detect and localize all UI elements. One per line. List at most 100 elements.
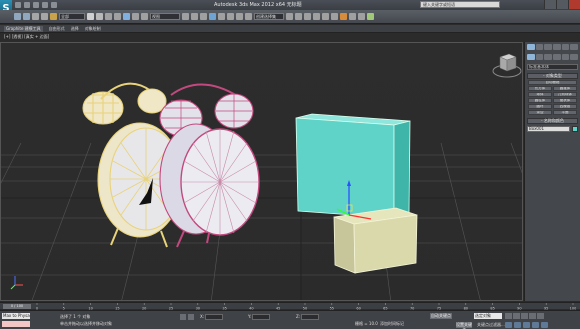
helpers-icon[interactable] bbox=[561, 54, 570, 60]
close-button[interactable] bbox=[568, 0, 580, 9]
unlink-icon[interactable] bbox=[41, 13, 48, 20]
ribbon-tab-graphite[interactable]: Graphite 建模工具 bbox=[4, 25, 43, 32]
orbit-icon[interactable] bbox=[523, 322, 530, 328]
cream-box[interactable] bbox=[333, 207, 418, 274]
maximize-button[interactable] bbox=[556, 0, 568, 9]
ribbon-tab-selection[interactable]: 选择 bbox=[71, 26, 79, 32]
absolute-mode-icon[interactable] bbox=[188, 314, 194, 320]
box-button[interactable]: 长方体 bbox=[528, 86, 552, 91]
render-production-icon[interactable] bbox=[367, 13, 374, 20]
pan-icon[interactable] bbox=[532, 322, 539, 328]
ribbon-tab-freeform[interactable]: 自由形式 bbox=[49, 26, 65, 32]
select-by-name-icon[interactable] bbox=[96, 13, 103, 20]
auto-key-button[interactable]: 自动关键点 bbox=[430, 313, 452, 319]
next-frame-icon[interactable] bbox=[529, 313, 536, 319]
align-icon[interactable] bbox=[295, 13, 302, 20]
undo-toolbar-icon[interactable] bbox=[14, 13, 21, 20]
geometry-category-dropdown[interactable]: 标准基本体 bbox=[527, 64, 578, 70]
teal-box[interactable] bbox=[295, 113, 411, 219]
window-crossing-icon[interactable] bbox=[114, 13, 121, 20]
modify-tab-icon[interactable] bbox=[535, 44, 544, 50]
rectangular-selection-icon[interactable] bbox=[105, 13, 112, 20]
material-editor-icon[interactable] bbox=[340, 13, 347, 20]
tube-button[interactable]: 管状体 bbox=[553, 98, 577, 103]
maxscript-output[interactable] bbox=[2, 321, 30, 327]
zoom-all-icon[interactable] bbox=[514, 322, 521, 328]
select-object-icon[interactable] bbox=[87, 13, 94, 20]
key-mode-dropdown[interactable]: 选定对象 bbox=[474, 313, 502, 319]
z-coordinate[interactable]: Z: bbox=[296, 314, 320, 320]
plane-button[interactable]: 平面 bbox=[553, 110, 577, 115]
perspective-viewport[interactable] bbox=[0, 42, 523, 301]
geosphere-button[interactable]: 几何球体 bbox=[553, 92, 577, 97]
rendered-frame-window-icon[interactable] bbox=[358, 13, 365, 20]
redo-icon[interactable] bbox=[51, 2, 57, 8]
lights-icon[interactable] bbox=[544, 54, 553, 60]
ribbon-tab-object-paint[interactable]: 对象绘制 bbox=[85, 26, 101, 32]
new-file-icon[interactable] bbox=[15, 2, 21, 8]
object-type-rollout[interactable]: - 对象类型 bbox=[527, 73, 578, 79]
x-coordinate[interactable]: X: bbox=[200, 314, 224, 320]
lock-selection-icon[interactable] bbox=[180, 314, 186, 320]
save-file-icon[interactable] bbox=[33, 2, 39, 8]
sphere-button[interactable]: 球体 bbox=[528, 92, 552, 97]
hierarchy-tab-icon[interactable] bbox=[544, 44, 553, 50]
viewcube[interactable] bbox=[491, 49, 523, 81]
render-setup-icon[interactable] bbox=[349, 13, 356, 20]
autogrid-checkbox[interactable]: 自动栅格 bbox=[528, 80, 577, 85]
manipulate-icon[interactable] bbox=[191, 13, 198, 20]
angle-snap-icon[interactable] bbox=[218, 13, 225, 20]
previous-frame-icon[interactable] bbox=[513, 313, 520, 319]
select-and-rotate-icon[interactable] bbox=[132, 13, 139, 20]
viewport-label[interactable]: [+] [透视] [真实 + 边面] bbox=[4, 34, 49, 41]
name-color-rollout[interactable]: - 名称和颜色 bbox=[527, 118, 578, 124]
snaps-toggle-icon[interactable] bbox=[209, 13, 216, 20]
open-file-icon[interactable] bbox=[24, 2, 30, 8]
graphite-toggle-icon[interactable] bbox=[313, 13, 320, 20]
keyboard-shortcut-icon[interactable] bbox=[200, 13, 207, 20]
schematic-view-icon[interactable] bbox=[331, 13, 338, 20]
maxscript-listener-input[interactable]: Max to Physac bbox=[2, 313, 30, 319]
reference-coordinate-dropdown[interactable]: 视图 bbox=[150, 13, 180, 20]
key-filters-button[interactable]: 关键点过滤器... bbox=[477, 322, 505, 328]
display-tab-icon[interactable] bbox=[561, 44, 570, 50]
percent-snap-icon[interactable] bbox=[227, 13, 234, 20]
shapes-icon[interactable] bbox=[535, 54, 544, 60]
spinner-snap-icon[interactable] bbox=[236, 13, 243, 20]
space-warps-icon[interactable] bbox=[570, 54, 579, 60]
create-tab-icon[interactable] bbox=[527, 44, 535, 50]
undo-icon[interactable] bbox=[42, 2, 48, 8]
named-selection-dropdown[interactable]: 创建选择集 bbox=[254, 13, 284, 20]
cone-button[interactable]: 圆锥体 bbox=[553, 86, 577, 91]
geometry-icon[interactable] bbox=[527, 54, 535, 60]
add-time-tag[interactable]: 添加时间标记 bbox=[380, 321, 404, 327]
maximize-viewport-icon[interactable] bbox=[541, 322, 548, 328]
go-to-end-icon[interactable] bbox=[537, 313, 544, 319]
redo-toolbar-icon[interactable] bbox=[23, 13, 30, 20]
pyramid-button[interactable]: 四棱锥 bbox=[553, 104, 577, 109]
minimize-button[interactable] bbox=[544, 0, 556, 9]
y-coordinate[interactable]: Y: bbox=[248, 314, 271, 320]
bind-space-warp-icon[interactable] bbox=[50, 13, 57, 20]
zoom-icon[interactable] bbox=[505, 322, 512, 328]
selection-filter-dropdown[interactable]: 全部 bbox=[59, 13, 85, 20]
pink-alarm-clock[interactable] bbox=[159, 83, 260, 248]
link-icon[interactable] bbox=[32, 13, 39, 20]
select-and-move-icon[interactable] bbox=[123, 13, 130, 20]
motion-tab-icon[interactable] bbox=[553, 44, 561, 50]
layer-manager-icon[interactable] bbox=[304, 13, 311, 20]
object-color-swatch[interactable] bbox=[572, 126, 578, 132]
search-input[interactable]: 键入关键字或短语 bbox=[420, 1, 500, 8]
go-to-start-icon[interactable] bbox=[505, 313, 512, 319]
cameras-icon[interactable] bbox=[553, 54, 561, 60]
torus-button[interactable]: 圆环 bbox=[528, 104, 552, 109]
cylinder-button[interactable]: 圆柱体 bbox=[528, 98, 552, 103]
set-key-button[interactable]: 设置关键点 bbox=[456, 322, 472, 329]
utilities-tab-icon[interactable] bbox=[570, 44, 579, 50]
time-slider[interactable]: 0 / 100 bbox=[3, 304, 31, 309]
mirror-icon[interactable] bbox=[286, 13, 293, 20]
select-and-scale-icon[interactable] bbox=[141, 13, 148, 20]
pivot-center-icon[interactable] bbox=[182, 13, 189, 20]
object-name-field[interactable]: Box001 bbox=[527, 126, 570, 132]
edit-named-selection-icon[interactable] bbox=[245, 13, 252, 20]
